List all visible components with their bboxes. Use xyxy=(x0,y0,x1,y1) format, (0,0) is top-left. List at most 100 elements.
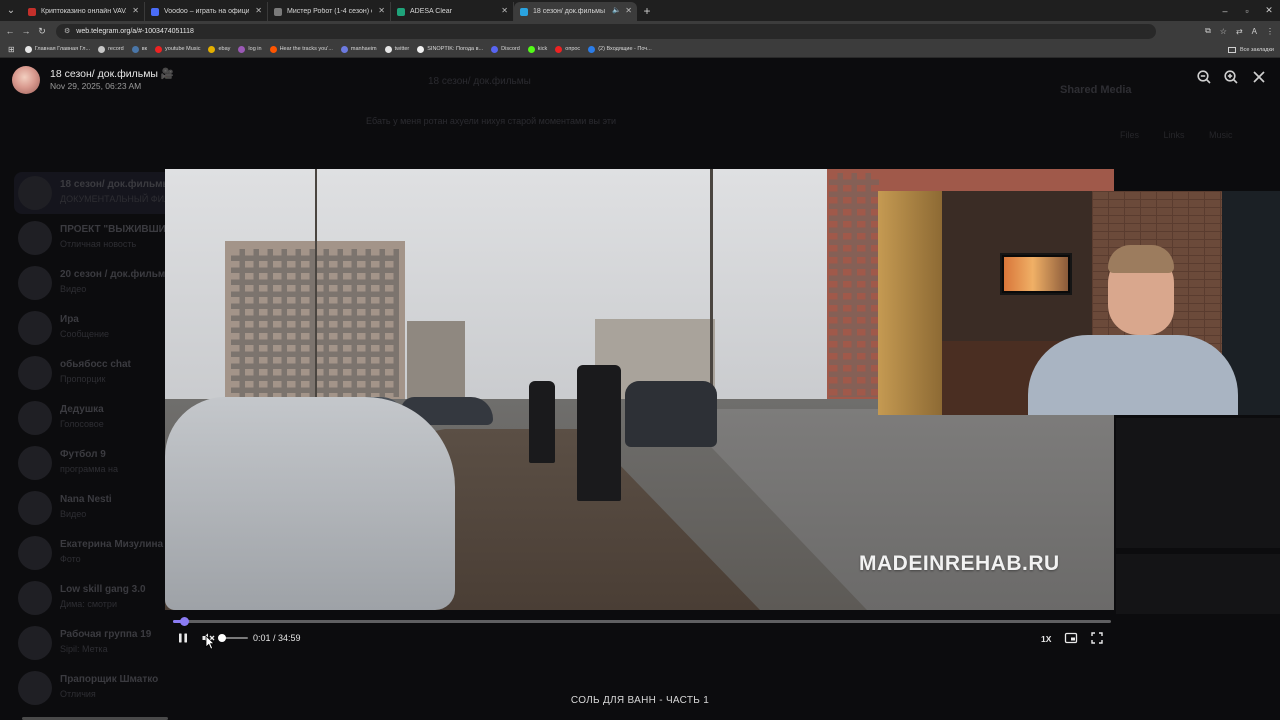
window-controls: – ▫ ✕ xyxy=(1214,0,1280,21)
window-close-button[interactable]: ✕ xyxy=(1258,0,1280,21)
bookmark-favicon-icon xyxy=(340,45,348,53)
chat-avatar xyxy=(18,491,52,525)
tab-favicon-icon xyxy=(274,7,282,16)
close-icon[interactable] xyxy=(1251,69,1267,85)
bookmark-label: kick xyxy=(537,46,548,52)
bookmark-favicon-icon xyxy=(384,45,392,53)
tab-list: Криптоказино онлайн VAVADA✕Voodoo – игра… xyxy=(22,0,637,21)
bookmark-item[interactable]: record xyxy=(98,45,124,53)
bookmark-item[interactable]: Hear the tracks you'... xyxy=(269,45,333,53)
install-app-icon[interactable]: ⧉ xyxy=(1205,26,1211,36)
webcam-wall xyxy=(878,191,942,415)
browser-tab[interactable]: ADESA Clear ✕ xyxy=(391,2,514,21)
bookmark-item[interactable]: Discord xyxy=(491,45,520,53)
all-bookmarks-button[interactable]: Все закладки xyxy=(1227,41,1274,58)
bookmark-item[interactable]: youtube Music xyxy=(155,45,200,53)
tab-favicon-icon xyxy=(151,7,159,16)
tab-label: Voodoo – играть на официальн xyxy=(164,8,249,15)
zoom-out-icon[interactable] xyxy=(1196,69,1212,85)
bookmark-item[interactable]: ebay xyxy=(208,45,230,53)
translate-icon[interactable]: ⇄ xyxy=(1236,27,1243,36)
shared-media-tabs: Files Links Music xyxy=(1120,130,1233,140)
chat-name: ПРОЕКТ "ВЫЖИВШИЕ" xyxy=(60,224,178,235)
bookmark-favicon-icon xyxy=(588,45,596,53)
chat-name: Прапорщик Шматко xyxy=(60,674,159,685)
pause-button[interactable] xyxy=(176,631,190,645)
forward-icon[interactable]: → xyxy=(20,21,32,41)
bookmark-favicon-icon xyxy=(238,45,246,53)
bookmark-list: Главная Главная Гл... record вк youtube Mus… xyxy=(24,45,660,53)
tab-label: Мистер Робот (1-4 сезон) см xyxy=(287,8,372,15)
bookmark-item[interactable]: вк xyxy=(131,45,147,53)
bookmark-item[interactable]: manhaeim xyxy=(340,45,377,53)
tab-close-icon[interactable]: ✕ xyxy=(501,6,508,15)
chat-message: Ебать у меня ротан ахуели нихуя старой м… xyxy=(366,116,617,126)
apps-icon[interactable]: ⊞ xyxy=(8,45,15,54)
browser-tab[interactable]: Криптоказино онлайн VAVADA ✕ xyxy=(22,2,145,21)
profile-icon[interactable]: A xyxy=(1252,27,1257,36)
seek-bar[interactable] xyxy=(173,617,1111,626)
zoom-in-icon[interactable] xyxy=(1223,69,1239,85)
chat-avatar xyxy=(18,221,52,255)
tab-label: Криптоказино онлайн VAVADA xyxy=(41,8,126,15)
fullscreen-button[interactable] xyxy=(1090,631,1104,645)
new-tab-button[interactable]: + xyxy=(637,0,657,21)
chat-list-item: Рабочая группа 19 Sipil: Метка xyxy=(18,622,328,664)
tab-label: 18 сезон/ док.фильмы xyxy=(533,8,605,15)
maximize-button[interactable]: ▫ xyxy=(1236,0,1258,21)
chat-name: Ира xyxy=(60,314,79,325)
bookmark-favicon-icon xyxy=(491,45,499,53)
address-url[interactable]: web.telegram.org/a/#-1003474051118 xyxy=(76,28,194,35)
browser-tab[interactable]: Мистер Робот (1-4 сезон) см ✕ xyxy=(268,2,391,21)
tab-close-icon[interactable]: ✕ xyxy=(378,6,385,15)
webcam-overlay xyxy=(878,191,1280,415)
browser-tab[interactable]: 18 сезон/ док.фильмы ✕ 🔈 xyxy=(514,2,637,21)
bookmark-favicon-icon xyxy=(555,45,563,53)
picture-in-picture-button[interactable] xyxy=(1064,631,1078,645)
tab-close-icon[interactable]: ✕ xyxy=(625,6,632,15)
bookmark-item[interactable]: twitter xyxy=(384,45,409,53)
minimize-button[interactable]: – xyxy=(1214,0,1236,21)
browser-tab[interactable]: Voodoo – играть на официальн ✕ xyxy=(145,2,268,21)
menu-icon[interactable]: ⋮ xyxy=(1266,27,1274,36)
tab-close-icon[interactable]: ✕ xyxy=(255,6,262,15)
tab-close-icon[interactable]: ✕ xyxy=(132,6,139,15)
chat-preview: Фото xyxy=(60,554,81,564)
bookmark-label: manhaeim xyxy=(350,46,377,52)
chat-avatar xyxy=(18,626,52,660)
channel-avatar[interactable] xyxy=(12,66,40,94)
reload-icon[interactable]: ↻ xyxy=(36,21,48,41)
volume-slider-thumb[interactable] xyxy=(218,634,226,642)
back-icon[interactable]: ← xyxy=(4,21,16,41)
bookmark-star-icon[interactable]: ☆ xyxy=(1220,27,1227,36)
pip-icon xyxy=(1064,632,1078,644)
chat-avatar xyxy=(18,311,52,345)
chat-name: Low skill gang 3.0 xyxy=(60,584,146,595)
chat-name: Футбол 9 xyxy=(60,449,106,460)
bookmark-label: record xyxy=(108,46,124,52)
bookmark-favicon-icon xyxy=(98,45,106,53)
media-thumbnail xyxy=(1116,418,1280,548)
video-caption: СОЛЬ ДЛЯ ВАНН - ЧАСТЬ 1 xyxy=(570,695,710,706)
video-scene-building xyxy=(407,321,465,403)
chat-preview: Пропорцик xyxy=(60,374,106,384)
chat-preview: Отличная новость xyxy=(60,239,137,249)
tab-search-button[interactable]: ⌄ xyxy=(0,0,22,21)
bookmark-favicon-icon xyxy=(417,45,425,53)
bookmark-item[interactable]: опрос xyxy=(555,45,580,53)
chat-avatar xyxy=(18,446,52,480)
bookmark-item[interactable]: SINOPTIK: Погода в... xyxy=(417,45,483,53)
bookmark-item[interactable]: log in xyxy=(238,45,262,53)
address-bar[interactable]: ⚙ web.telegram.org/a/#-1003474051118 xyxy=(56,23,1156,39)
bookmark-label: Hear the tracks you'... xyxy=(279,46,333,52)
viewer-title[interactable]: 18 сезон/ док.фильмы 🎥 xyxy=(50,67,174,80)
bookmark-item[interactable]: (2) Входящие - Поч... xyxy=(588,45,652,53)
tab-audio-icon[interactable]: 🔈 xyxy=(612,6,621,14)
site-info-icon[interactable]: ⚙ xyxy=(64,27,70,35)
chat-preview: Sipil: Метка xyxy=(60,644,108,654)
toolbar-actions: ⧉ ☆ ⇄ A ⋮ xyxy=(1205,21,1274,41)
bookmark-item[interactable]: Главная Главная Гл... xyxy=(24,45,90,53)
playback-speed-button[interactable]: 1X xyxy=(1041,634,1051,644)
bookmark-item[interactable]: kick xyxy=(527,45,548,53)
chat-avatar xyxy=(18,581,52,615)
